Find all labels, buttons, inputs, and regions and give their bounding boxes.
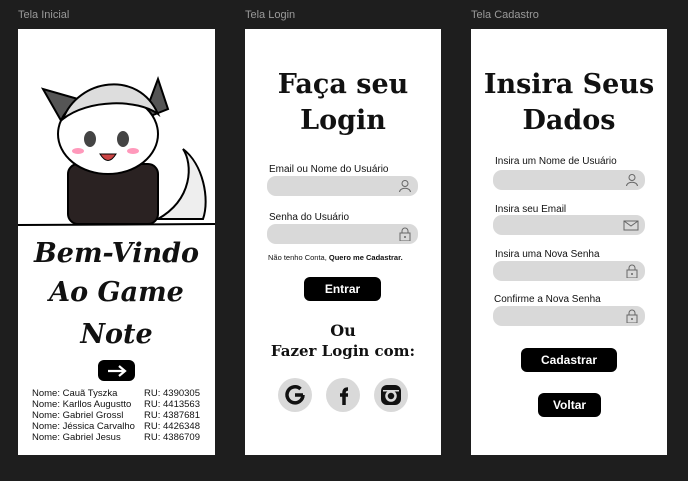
lock-icon — [626, 309, 638, 323]
confirm-password-label: Confirme a Nova Senha — [494, 294, 601, 305]
user-icon — [626, 174, 638, 187]
new-password-label: Insira uma Nova Senha — [495, 249, 600, 260]
member-ru: RU: 4386709 — [144, 432, 200, 443]
lock-icon — [399, 227, 411, 241]
password-input[interactable] — [267, 224, 418, 244]
welcome-title-line-3: Note — [80, 319, 153, 350]
user-icon — [399, 180, 411, 193]
member-name: Nome: Jéssica Carvalho — [32, 421, 135, 432]
member-name: Nome: Karllos Augustto — [32, 399, 132, 410]
member-row: Nome: Gabriel Grossl RU: 4387681 — [32, 410, 200, 421]
username-input[interactable] — [493, 170, 645, 190]
new-password-input[interactable] — [493, 261, 645, 281]
next-button[interactable] — [98, 360, 135, 381]
arrow-right-icon — [107, 364, 127, 377]
email-input[interactable] — [493, 215, 645, 235]
login-screen: Faça seu Login Email ou Nome do Usuário … — [245, 29, 441, 455]
member-row: Nome: Gabriel Jesus RU: 4386709 — [32, 432, 200, 443]
frame-label-login: Tela Login — [245, 9, 296, 21]
home-screen: Bem-Vindo Ao Game Note Nome: Cauã Tyszka… — [18, 29, 215, 455]
user-label: Email ou Nome do Usuário — [269, 164, 389, 175]
member-name: Nome: Gabriel Jesus — [32, 432, 121, 443]
no-account-text: Não tenho Conta, Quero me Cadastrar. — [268, 253, 403, 262]
google-login-button[interactable] — [278, 378, 312, 412]
register-button[interactable]: Cadastrar — [521, 348, 617, 372]
instagram-icon — [381, 385, 401, 405]
signup-title-line-2: Dados — [522, 105, 616, 136]
confirm-password-input[interactable] — [493, 306, 645, 326]
member-row: Nome: Cauã Tyszka RU: 4390305 — [32, 388, 200, 399]
member-ru: RU: 4390305 — [144, 388, 200, 399]
member-row: Nome: Jéssica Carvalho RU: 4426348 — [32, 421, 200, 432]
welcome-title-line-1: Bem-Vindo — [33, 238, 200, 269]
facebook-login-button[interactable] — [326, 378, 360, 412]
login-title-line-1: Faça seu — [277, 69, 409, 100]
member-name: Nome: Cauã Tyszka — [32, 388, 118, 399]
social-login-label: Fazer Login com: — [270, 342, 416, 360]
members-list: Nome: Cauã Tyszka RU: 4390305 Nome: Karll… — [32, 388, 200, 443]
frame-label-signup: Tela Cadastro — [471, 9, 539, 21]
signup-title-line-1: Insira Seus — [483, 69, 655, 100]
google-icon — [285, 385, 305, 405]
login-title-line-2: Login — [300, 105, 386, 136]
email-label: Insira seu Email — [495, 204, 567, 215]
member-name: Nome: Gabriel Grossl — [32, 410, 124, 421]
facebook-icon — [340, 387, 349, 405]
back-button[interactable]: Voltar — [538, 393, 601, 417]
member-ru: RU: 4387681 — [144, 410, 200, 421]
instagram-login-button[interactable] — [374, 378, 408, 412]
mail-icon — [623, 220, 639, 231]
enter-button[interactable]: Entrar — [304, 277, 381, 301]
register-link[interactable]: Quero me Cadastrar. — [329, 253, 403, 262]
signup-screen: Insira Seus Dados Insira um Nome de Usuá… — [471, 29, 667, 455]
lock-icon — [626, 264, 638, 278]
member-ru: RU: 4426348 — [144, 421, 200, 432]
welcome-title-line-2: Ao Game — [49, 277, 184, 308]
mascot-illustration — [18, 76, 215, 226]
password-label: Senha do Usuário — [269, 212, 350, 223]
username-label: Insira um Nome de Usuário — [495, 156, 617, 167]
frame-label-home: Tela Inicial — [18, 9, 70, 21]
member-row: Nome: Karllos Augustto RU: 4413563 — [32, 399, 200, 410]
member-ru: RU: 4413563 — [144, 399, 200, 410]
or-label: Ou — [330, 321, 356, 340]
no-account-label: Não tenho Conta, — [268, 253, 329, 262]
user-input[interactable] — [267, 176, 418, 196]
